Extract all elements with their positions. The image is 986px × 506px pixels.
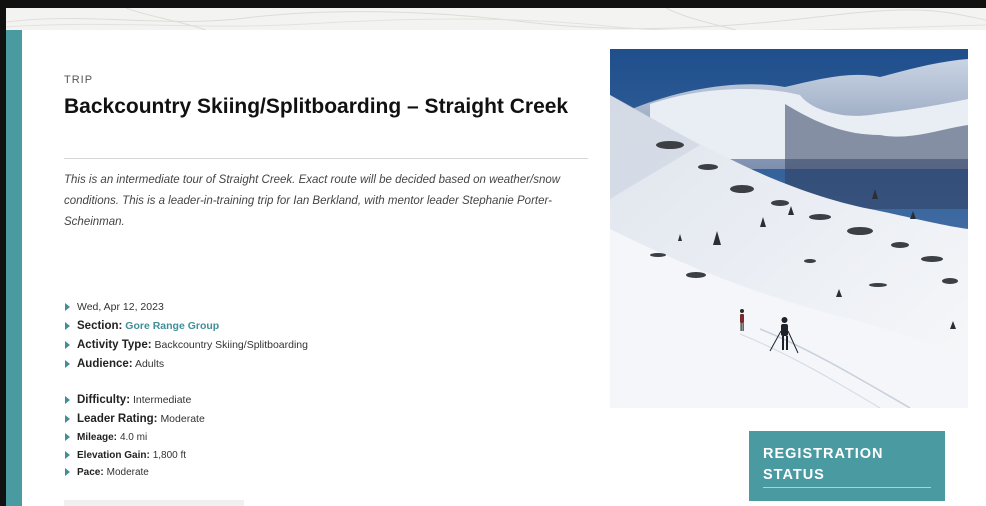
topo-map-background xyxy=(6,8,986,30)
detail-date-value: Wed, Apr 12, 2023 xyxy=(77,301,164,313)
detail-pace: Pace: Moderate xyxy=(64,464,205,482)
accent-side-strip xyxy=(6,30,22,506)
triangle-bullet-icon xyxy=(65,396,70,404)
detail-leader-rating-value: Moderate xyxy=(160,413,205,425)
triangle-bullet-icon xyxy=(65,450,70,459)
detail-audience-value: Adults xyxy=(134,358,165,370)
detail-elevation-gain: Elevation Gain: 1,800 ft xyxy=(64,447,205,465)
trip-details-primary: Wed, Apr 12, 2023 Section: Gore Range Gr… xyxy=(64,298,308,374)
detail-pace-label: Pace: xyxy=(77,467,104,478)
registration-divider xyxy=(763,487,931,488)
detail-section-label: Section: xyxy=(77,320,123,332)
detail-mileage-value: 4.0 mi xyxy=(119,432,148,443)
detail-difficulty: Difficulty: Intermediate xyxy=(64,391,205,410)
detail-leader-rating: Leader Rating: Moderate xyxy=(64,410,205,429)
detail-mileage-label: Mileage: xyxy=(77,432,118,443)
detail-activity-value: Backcountry Skiing/Splitboarding xyxy=(154,339,308,351)
registration-status-title: REGISTRATION STATUS xyxy=(763,446,884,483)
detail-elevation-label: Elevation Gain: xyxy=(77,449,150,461)
detail-activity-type: Activity Type: Backcountry Skiing/Splitb… xyxy=(64,336,308,355)
title-divider xyxy=(64,158,588,159)
detail-leader-rating-label: Leader Rating: xyxy=(77,413,158,425)
detail-difficulty-label: Difficulty: xyxy=(77,394,131,406)
cut-off-content xyxy=(64,500,244,506)
detail-audience: Audience: Adults xyxy=(64,355,308,374)
triangle-bullet-icon xyxy=(65,433,70,441)
triangle-bullet-icon xyxy=(65,360,70,368)
section-link[interactable]: Gore Range Group xyxy=(125,320,219,332)
detail-date: Wed, Apr 12, 2023 xyxy=(64,298,308,317)
triangle-bullet-icon xyxy=(65,303,70,311)
trip-eyebrow: TRIP xyxy=(64,74,94,86)
window-top-border xyxy=(0,0,986,8)
browser-frame: TRIP Backcountry Skiing/Splitboarding – … xyxy=(0,0,986,506)
detail-difficulty-value: Intermediate xyxy=(132,394,192,406)
detail-pace-value: Moderate xyxy=(106,467,149,478)
detail-mileage: Mileage: 4.0 mi xyxy=(64,429,205,447)
page-title: Backcountry Skiing/Splitboarding – Strai… xyxy=(64,95,569,118)
triangle-bullet-icon xyxy=(65,468,70,476)
detail-activity-label: Activity Type: xyxy=(77,339,152,351)
detail-section: Section: Gore Range Group xyxy=(64,317,308,336)
detail-elevation-value: 1,800 ft xyxy=(152,449,187,461)
trip-description: This is an intermediate tour of Straight… xyxy=(64,174,561,228)
detail-audience-label: Audience: xyxy=(77,358,133,370)
registration-status-box: REGISTRATION STATUS xyxy=(749,431,945,501)
trip-details-secondary: Difficulty: Intermediate Leader Rating: … xyxy=(64,391,205,482)
trip-photo xyxy=(610,49,968,408)
triangle-bullet-icon xyxy=(65,415,70,423)
triangle-bullet-icon xyxy=(65,322,70,330)
triangle-bullet-icon xyxy=(65,341,70,349)
